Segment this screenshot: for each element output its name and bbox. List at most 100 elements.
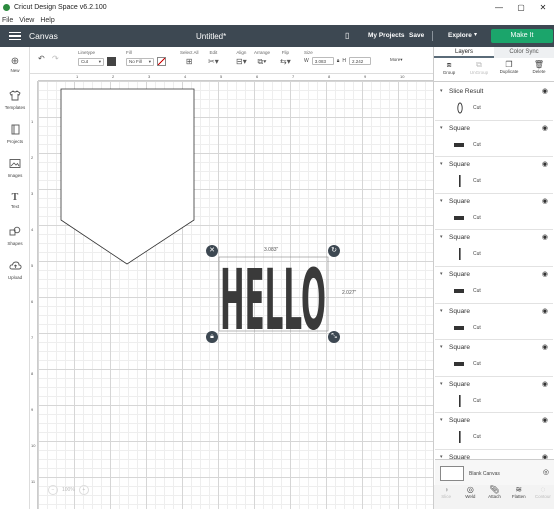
chevron-down-icon[interactable]: ▾ [440,344,443,350]
menu-help[interactable]: Help [40,17,54,24]
attach-button[interactable]: 📎︎ Attach [482,485,506,509]
flatten-button[interactable]: ≋ Flatten [507,485,531,509]
minimize-button[interactable]: — [488,3,510,12]
layer-thumbnail [452,247,468,261]
tab-layers[interactable]: Layers [434,47,494,58]
select-all-icon[interactable]: ⊞ [186,57,193,66]
eye-hidden-icon[interactable]: ◎ [543,468,549,476]
chevron-down-icon[interactable]: ▾ [440,271,443,277]
ungroup-button[interactable]: ⧉ UnGroup [464,58,494,81]
chevron-down-icon[interactable]: ▾ [440,381,443,387]
layer-row[interactable]: ▾ Square ◉ Cut [435,157,553,194]
lock-handle-icon[interactable]: 🔒︎ [206,331,218,343]
design-canvas[interactable]: HELLO 3.083" 2.027" ✕ ↻ 🔒︎ ⤡ [38,81,433,509]
menu-file[interactable]: File [2,17,13,24]
chevron-down-icon[interactable]: ▾ [440,198,443,204]
close-window-button[interactable]: ✕ [532,3,554,12]
hamburger-menu-icon[interactable] [9,31,21,41]
chevron-down-icon[interactable]: ▾ [440,88,443,94]
my-projects-link[interactable]: My Projects [368,32,405,39]
chevron-down-icon[interactable]: ▾ [440,234,443,240]
delete-button[interactable]: 🗑︎ Delete [524,58,554,81]
height-input[interactable]: 2.242 [349,57,372,65]
chevron-down-icon[interactable]: ▾ [440,125,443,131]
chevron-down-icon[interactable]: ▾ [440,161,443,167]
slice-icon: ◑ [443,485,449,494]
mobile-device-icon[interactable]: ▯ [345,31,349,40]
eye-icon[interactable]: ◉ [542,87,548,95]
sidebar-item-images[interactable]: Images [0,158,30,178]
sidebar-item-new[interactable]: ⊕ New [0,56,30,73]
layer-row[interactable]: ▾ Square ◉ Cut [435,376,553,414]
linetype-select[interactable]: Cut ▾ [78,57,104,66]
linetype-color-swatch[interactable] [107,57,116,66]
size-label: Size [304,50,313,55]
sidebar-item-templates[interactable]: Templates [0,90,30,110]
layer-row[interactable]: ▾ Square ◉ Cut [435,303,553,341]
save-button[interactable]: Save [409,32,424,39]
flatten-icon: ≋ [515,485,523,494]
tab-color-sync[interactable]: Color Sync [494,47,554,58]
eye-icon[interactable]: ◉ [542,416,548,424]
layer-row[interactable]: ▾ Square ◉ Cut [435,340,553,377]
resize-handle-icon[interactable]: ⤡ [328,331,340,343]
chevron-down-icon[interactable]: ▾ [440,417,443,423]
pennant-shape[interactable] [60,88,195,265]
weld-label: Weld [465,494,476,499]
zoom-out-button[interactable]: − [48,485,58,495]
chevron-down-icon[interactable]: ▾ [474,31,477,38]
sidebar-item-label: Upload [7,275,23,280]
align-icon[interactable]: ⊟▾ [236,57,247,66]
layer-row[interactable]: ▾ Square ◉ Cut [435,230,553,267]
blank-canvas-row[interactable]: Blank Canvas ◎ [435,459,554,485]
sidebar-item-projects[interactable]: Projects [0,124,30,144]
layer-row[interactable]: ▾ Square ◉ Cut [435,267,553,304]
arrange-icon[interactable]: ⧉▾ [257,57,266,66]
eye-icon[interactable]: ◉ [542,160,548,168]
slice-button[interactable]: ◑ Slice [434,485,458,509]
panel-bottom-actions: ◑ Slice ◎ Weld 📎︎ Attach ≋ Flatten ◌ Contour [434,485,554,509]
flip-icon[interactable]: ⇆▾ [280,57,291,66]
lock-icon[interactable]: 🔒︎ [337,58,340,64]
redo-icon[interactable]: ↷ [52,54,59,63]
eye-icon[interactable]: ◉ [542,124,548,132]
undo-icon[interactable]: ↶ [38,54,45,63]
eye-icon[interactable]: ◉ [542,270,548,278]
make-it-button[interactable]: Make It [491,29,553,43]
align-group: Align ⊟▾ [236,50,247,66]
layer-row[interactable]: ▾ Square ◉ [435,450,553,459]
layer-row[interactable]: ▾ Slice Result ◉ Cut [435,84,553,121]
no-fill-swatch[interactable] [157,57,166,66]
eye-icon[interactable]: ◉ [542,343,548,351]
eye-icon[interactable]: ◉ [542,233,548,241]
chevron-down-icon: ▾ [148,58,151,64]
delete-handle-icon[interactable]: ✕ [206,245,218,257]
contour-button[interactable]: ◌ Contour [531,485,554,509]
layer-row[interactable]: ▾ Square ◉ Cut [435,193,553,231]
more-button[interactable]: More▾ [390,57,403,63]
sidebar-item-upload[interactable]: Upload [0,260,30,280]
rotate-handle-icon[interactable]: ↻ [328,245,340,257]
scissors-icon[interactable]: ✂▾ [208,57,219,66]
chevron-down-icon[interactable]: ▾ [440,308,443,314]
maximize-button[interactable]: ▢ [510,3,532,12]
eye-icon[interactable]: ◉ [542,197,548,205]
zoom-in-button[interactable]: + [78,485,89,495]
height-value: 2.242 [352,58,364,64]
layer-row[interactable]: ▾ Square ◉ Cut [435,120,553,158]
width-input[interactable]: 3.083 [311,57,334,65]
explore-menu[interactable]: Explore [448,32,472,39]
sidebar-item-shapes[interactable]: Shapes [0,226,30,246]
fill-select[interactable]: No Fill ▾ [126,57,154,66]
eye-icon[interactable]: ◉ [542,307,548,315]
group-button[interactable]: ⧈ Group [434,58,464,81]
layer-row[interactable]: ▾ Square ◉ Cut [435,413,553,450]
menu-view[interactable]: View [19,17,34,24]
eye-icon[interactable]: ◉ [542,380,548,388]
zoom-level: 100% [62,487,75,493]
duplicate-button[interactable]: ❐ Duplicate [494,58,524,81]
ruler-tick-label: 3 [31,191,34,196]
hello-text-object[interactable]: HELLO [220,251,326,349]
weld-button[interactable]: ◎ Weld [458,485,482,509]
sidebar-item-text[interactable]: T Text [0,192,30,209]
